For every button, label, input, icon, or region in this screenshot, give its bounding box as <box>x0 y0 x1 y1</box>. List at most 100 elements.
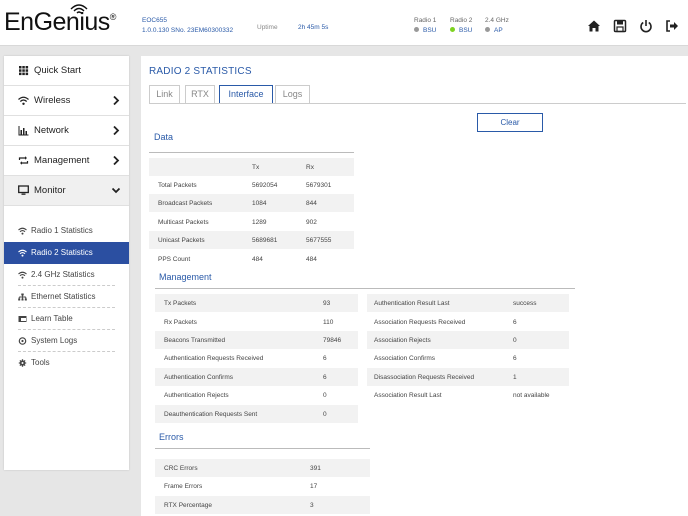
row-tx-value: 1289 <box>252 219 267 226</box>
row-value: 0 <box>513 337 517 344</box>
sidebar-subitem-label: Learn Table <box>31 314 73 323</box>
divider <box>149 152 354 153</box>
table-row: Unicast Packets 5689681 5677555 <box>149 231 354 249</box>
row-label: Beacons Transmitted <box>164 337 226 344</box>
table-row: Authentication Rejects 0 <box>155 386 358 404</box>
tab-logs[interactable]: Logs <box>275 85 310 103</box>
gear-icon <box>18 359 27 367</box>
chevron-right-icon <box>113 95 120 106</box>
row-label: Unicast Packets <box>158 237 205 244</box>
engenius-logo[interactable]: EnGenius® <box>4 4 117 37</box>
sidebar-subitem-label: Tools <box>31 358 50 367</box>
row-value: not available <box>513 392 550 399</box>
radio-title: Radio 2 <box>450 17 473 24</box>
tab-interface[interactable]: Interface <box>219 85 273 104</box>
table-row: Frame Errors 17 <box>155 477 370 495</box>
row-value: 17 <box>310 483 318 490</box>
sidebar-subitem-tools[interactable]: Tools <box>4 352 129 374</box>
logo-wifi-icon <box>70 4 88 14</box>
device-firmware: 1.0.0.130 SNo. 23EM60300332 <box>142 27 234 34</box>
sync-icon <box>18 156 29 165</box>
sidebar-subitem-ethernet-statistics[interactable]: Ethernet Statistics <box>4 286 129 308</box>
column-header-tx: Tx <box>252 164 260 171</box>
radio-title: Radio 1 <box>414 17 437 24</box>
row-label: Deauthentication Requests Sent <box>164 411 258 418</box>
logo-text: EnGenius <box>4 8 110 36</box>
radio-mode: AP <box>494 27 503 34</box>
sidebar-subitem-label: Radio 1 Statistics <box>31 226 93 235</box>
save-icon[interactable] <box>613 19 627 33</box>
sidebar-subitem-radio-1-statistics[interactable]: Radio 1 Statistics <box>4 220 129 242</box>
chevron-right-icon <box>113 155 120 166</box>
table-row: Association Rejects 0 <box>367 331 569 349</box>
table-row: RTX Percentage 3 <box>155 496 370 514</box>
logo-registered-mark: ® <box>109 12 117 22</box>
row-value: 0 <box>323 392 327 399</box>
row-label: Authentication Rejects <box>164 392 229 399</box>
header: EnGenius® EOC655 1.0.0.130 SNo. 23EM6030… <box>0 0 688 46</box>
divider <box>155 288 575 289</box>
row-value: 3 <box>310 502 314 509</box>
page-title: RADIO 2 STATISTICS <box>149 66 252 77</box>
row-label: Tx Packets <box>164 300 197 307</box>
sidebar-item-network[interactable]: Network <box>4 116 129 146</box>
sidebar-item-label: Network <box>34 125 69 136</box>
table-row: Total Packets 5692054 5679301 <box>149 176 354 194</box>
row-label: CRC Errors <box>164 465 198 472</box>
wifi-icon <box>18 96 29 105</box>
row-value: 93 <box>323 300 331 307</box>
table-row: Authentication Confirms 6 <box>155 368 358 386</box>
submenu-spacer <box>4 206 129 220</box>
row-rx-value: 5679301 <box>306 182 332 189</box>
row-value: success <box>513 300 537 307</box>
table-header-row: Tx Rx <box>149 158 354 176</box>
row-label: Authentication Requests Received <box>164 355 264 362</box>
table-row: Authentication Requests Received 6 <box>155 349 358 367</box>
home-icon[interactable] <box>587 19 601 33</box>
wifi-icon <box>18 271 27 279</box>
table-row: Association Confirms 6 <box>367 349 569 367</box>
sidebar: Quick Start Wireless Network Management … <box>4 56 129 470</box>
row-value: 6 <box>513 355 517 362</box>
device-model: EOC655 <box>142 17 167 24</box>
section-title-management: Management <box>159 272 212 282</box>
chevron-right-icon <box>113 125 120 136</box>
radio-2-status: Radio 2 BSU <box>450 16 472 36</box>
row-rx-value: 5677555 <box>306 237 332 244</box>
row-label: Association Confirms <box>374 355 436 362</box>
row-label: Association Result Last <box>374 392 442 399</box>
table-row: CRC Errors 391 <box>155 459 370 477</box>
row-value: 79846 <box>323 337 342 344</box>
sidebar-item-wireless[interactable]: Wireless <box>4 86 129 116</box>
row-label: Frame Errors <box>164 483 203 490</box>
sidebar-subitem-radio-2-statistics[interactable]: Radio 2 Statistics <box>4 242 129 264</box>
sidebar-subitem-system-logs[interactable]: System Logs <box>4 330 129 352</box>
sidebar-item-label: Monitor <box>34 185 66 196</box>
column-header-rx: Rx <box>306 164 314 171</box>
tab-underline <box>149 103 686 104</box>
sidebar-subitem-label: System Logs <box>31 336 78 345</box>
sidebar-subitem-learn-table[interactable]: Learn Table <box>4 308 129 330</box>
sidebar-item-label: Wireless <box>34 95 71 106</box>
sidebar-item-management[interactable]: Management <box>4 146 129 176</box>
logout-icon[interactable] <box>665 19 679 33</box>
sidebar-item-monitor[interactable]: Monitor <box>4 176 129 206</box>
status-dot-icon <box>414 27 419 32</box>
tab-link[interactable]: Link <box>149 85 180 103</box>
sidebar-item-quick-start[interactable]: Quick Start <box>4 56 129 86</box>
sidebar-subitem-24ghz-statistics[interactable]: 2.4 GHz Statistics <box>4 264 129 286</box>
row-label: Multicast Packets <box>158 219 209 226</box>
row-tx-value: 5689681 <box>252 237 278 244</box>
row-value: 6 <box>513 319 517 326</box>
radio-mode: BSU <box>423 27 437 34</box>
uptime-label: Uptime <box>257 24 278 31</box>
table-icon <box>18 316 27 322</box>
uptime-value: 2h 45m 5s <box>298 24 329 31</box>
row-value: 1 <box>513 374 517 381</box>
row-label: Rx Packets <box>164 319 197 326</box>
row-rx-value: 844 <box>306 200 317 207</box>
clear-button[interactable]: Clear <box>477 113 543 132</box>
power-icon[interactable] <box>639 19 653 33</box>
tab-rtx[interactable]: RTX <box>185 85 215 103</box>
row-label: Authentication Result Last <box>374 300 450 307</box>
